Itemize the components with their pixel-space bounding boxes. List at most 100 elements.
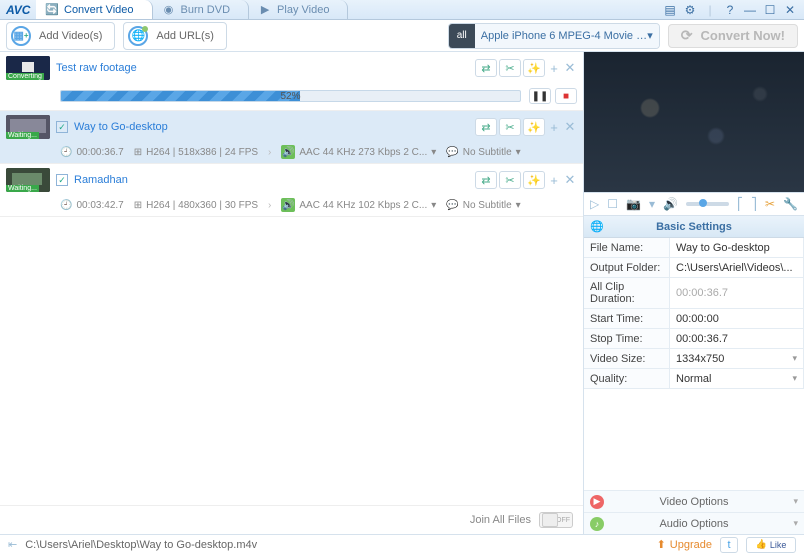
play-icon[interactable]: ▷ [590, 197, 599, 211]
facebook-like-button[interactable]: 👍 Like [746, 537, 796, 553]
chevron-down-icon[interactable]: ▾ [431, 200, 436, 211]
checkbox[interactable]: ✓ [56, 174, 68, 186]
remove-item-icon[interactable]: ✕ [563, 172, 577, 188]
video-options-row[interactable]: ▶ Video Options ▾ [584, 490, 804, 512]
profile-label: Apple iPhone 6 MPEG-4 Movie (*.mp4) [481, 30, 647, 42]
audio-options-row[interactable]: ♪ Audio Options ▾ [584, 512, 804, 534]
video-options-label: Video Options [660, 496, 729, 508]
snapshot-icon[interactable]: 📷 [626, 197, 641, 211]
video-icon: ⊞ [134, 200, 142, 211]
swap-button[interactable]: ⇄ [475, 59, 497, 77]
join-files-toggle[interactable]: OFF [539, 512, 573, 528]
add-item-icon[interactable]: + [547, 120, 561, 135]
video-size-dropdown[interactable]: 1334x750 [670, 349, 804, 369]
minimize-icon[interactable]: — [742, 2, 758, 18]
tab-play-video[interactable]: ▶ Play Video [249, 0, 348, 19]
thumbs-up-icon: 👍 [756, 539, 767, 550]
output-profile-dropdown[interactable]: all Apple iPhone 6 MPEG-4 Movie (*.mp4) … [448, 23, 660, 49]
scissors-icon[interactable]: ✂ [765, 197, 775, 211]
upgrade-button[interactable]: ⬆ Upgrade [657, 538, 712, 551]
upgrade-label: Upgrade [670, 539, 712, 551]
toolbar: ▦+ Add Video(s) 🌐 Add URL(s) all Apple i… [0, 20, 804, 52]
twitter-button[interactable]: t [720, 537, 738, 553]
tab-label: Convert Video [64, 4, 134, 16]
audio-info: AAC 44 KHz 102 Kbps 2 C... [299, 200, 427, 211]
swap-button[interactable]: ⇄ [475, 171, 497, 189]
all-clip-duration-label: All Clip Duration: [584, 278, 670, 309]
magic-wand-button[interactable]: ✨ [523, 171, 545, 189]
swap-button[interactable]: ⇄ [475, 118, 497, 136]
checkbox[interactable]: ✓ [56, 121, 68, 133]
volume-slider[interactable] [686, 202, 729, 206]
window-controls: ▤ ⚙ | ? — ☐ ✕ [662, 2, 798, 18]
basic-settings-label: Basic Settings [656, 221, 732, 233]
stop-icon[interactable]: ☐ [607, 197, 618, 211]
list-item[interactable]: Waiting... ✓ Ramadhan ⇄ ✂ ✨ + ✕ 🕘00:03:4… [0, 164, 583, 217]
convert-now-button[interactable]: ⟳ Convert Now! [668, 24, 798, 48]
add-item-icon[interactable]: + [547, 61, 561, 76]
start-time-value[interactable]: 00:00:00 [670, 309, 804, 329]
wand-icon[interactable]: 🔧 [783, 197, 798, 211]
tab-burn-dvd[interactable]: ◉ Burn DVD [153, 0, 250, 19]
output-folder-value[interactable]: C:\Users\Ariel\Videos\... [670, 258, 804, 278]
progress-pct: 52% [280, 91, 300, 102]
magic-wand-button[interactable]: ✨ [523, 59, 545, 77]
add-urls-button[interactable]: 🌐 Add URL(s) [123, 22, 226, 50]
quality-label: Quality: [584, 369, 670, 389]
tab-label: Burn DVD [181, 4, 231, 16]
cut-button[interactable]: ✂ [499, 59, 521, 77]
list-item[interactable]: Waiting... ✓ Way to Go-desktop ⇄ ✂ ✨ + ✕… [0, 111, 583, 164]
maximize-icon[interactable]: ☐ [762, 2, 778, 18]
quality-dropdown[interactable]: Normal [670, 369, 804, 389]
audio-options-label: Audio Options [659, 518, 728, 530]
help-icon[interactable]: ? [722, 2, 738, 18]
cut-button[interactable]: ✂ [499, 171, 521, 189]
remove-item-icon[interactable]: ✕ [563, 119, 577, 135]
start-time-label: Start Time: [584, 309, 670, 329]
app-logo: AVC [0, 3, 36, 17]
trim-end-icon[interactable]: ⎤ [751, 197, 757, 211]
list-item[interactable]: Converting Test raw footage ⇄ ✂ ✨ + ✕ 52… [0, 52, 583, 111]
magic-wand-button[interactable]: ✨ [523, 118, 545, 136]
settings-grid: File Name: Way to Go-desktop Output Fold… [584, 238, 804, 389]
video-preview[interactable] [584, 52, 804, 192]
stop-button[interactable]: ■ [555, 88, 577, 104]
profile-format-icon: all [449, 24, 475, 48]
chevron-down-icon: ▾ [647, 29, 653, 42]
subtitle-info: No Subtitle [463, 200, 512, 211]
item-title: Test raw footage [56, 62, 137, 74]
all-clip-duration-value: 00:00:36.7 [670, 278, 804, 309]
cut-button[interactable]: ✂ [499, 118, 521, 136]
chevron-down-icon[interactable]: ▾ [431, 147, 436, 158]
globe-icon: 🌐 [590, 220, 604, 233]
chevron-down-icon[interactable]: ▾ [516, 200, 521, 211]
file-list: Converting Test raw footage ⇄ ✂ ✨ + ✕ 52… [0, 52, 583, 505]
globe-plus-icon: 🌐 [128, 26, 148, 46]
status-badge: Converting [6, 73, 44, 80]
chevron-down-icon[interactable]: ▾ [516, 147, 521, 158]
pause-button[interactable]: ❚❚ [529, 88, 551, 104]
audio-info: AAC 44 KHz 273 Kbps 2 C... [299, 147, 427, 158]
stop-time-value[interactable]: 00:00:36.7 [670, 329, 804, 349]
tab-convert-video[interactable]: 🔄 Convert Video [36, 0, 153, 19]
thumbnail: Waiting... [6, 115, 50, 139]
disc-icon: ◉ [163, 4, 175, 16]
thumbnail: Converting [6, 56, 50, 80]
gear-icon[interactable]: ⚙ [682, 2, 698, 18]
upgrade-icon: ⬆ [657, 538, 666, 551]
nav-back-icon[interactable]: ⇤ [8, 538, 17, 551]
subtitle-icon: 💬 [446, 147, 458, 158]
tab-label: Play Video [277, 4, 329, 16]
like-label: Like [770, 540, 787, 550]
menu-icon[interactable]: ▤ [662, 2, 678, 18]
close-icon[interactable]: ✕ [782, 2, 798, 18]
chevron-down-icon[interactable]: ▾ [649, 197, 655, 211]
basic-settings-header: 🌐 Basic Settings [584, 216, 804, 238]
remove-item-icon[interactable]: ✕ [563, 60, 577, 76]
file-name-value[interactable]: Way to Go-desktop [670, 238, 804, 258]
chevron-down-icon: ▾ [793, 518, 798, 529]
trim-start-icon[interactable]: ⎡ [737, 197, 743, 211]
add-item-icon[interactable]: + [547, 173, 561, 188]
volume-icon[interactable]: 🔊 [663, 197, 678, 211]
add-videos-button[interactable]: ▦+ Add Video(s) [6, 22, 115, 50]
